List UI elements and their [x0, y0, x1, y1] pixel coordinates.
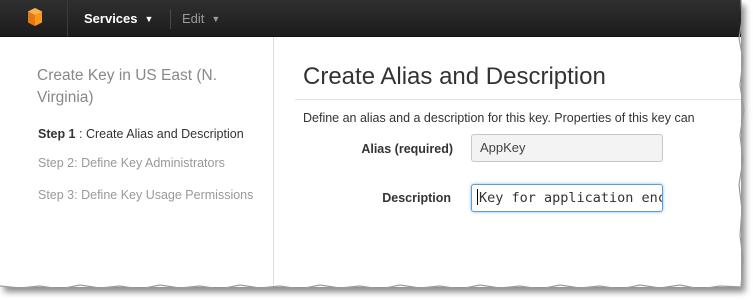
page-title: Create Alias and Description: [303, 63, 606, 90]
step-3-define-usage-permissions[interactable]: Step 3: Define Key Usage Permissions: [38, 188, 253, 202]
top-nav-bar: Services ▼ Edit ▼: [0, 0, 741, 37]
step-label: Create Alias and Description: [85, 127, 244, 141]
nav-divider: [170, 9, 171, 29]
description-value: Key for application encryp: [479, 190, 662, 206]
services-menu[interactable]: Services ▼: [84, 0, 153, 37]
step-separator: :: [75, 127, 86, 141]
alias-label: Alias (required): [361, 142, 453, 156]
step-2-define-administrators[interactable]: Step 2: Define Key Administrators: [38, 156, 225, 170]
text-cursor: [477, 189, 478, 205]
edit-menu[interactable]: Edit ▼: [182, 0, 220, 37]
alias-input[interactable]: AppKey: [471, 134, 663, 162]
intro-text: Define an alias and a description for th…: [303, 111, 695, 125]
main-content: Create Alias and Description Define an a…: [275, 37, 741, 287]
title-divider: [295, 99, 741, 100]
alias-value: AppKey: [480, 140, 526, 155]
wizard-title: Create Key in US East (N. Virginia): [37, 67, 218, 106]
screenshot-frame: Services ▼ Edit ▼ Create Key in US East (N…: [0, 0, 741, 287]
chevron-down-icon: ▼: [211, 14, 221, 24]
services-label: Services: [84, 11, 138, 26]
description-label: Description: [382, 191, 451, 205]
step-1-create-alias[interactable]: Step 1 : Create Alias and Description: [38, 127, 244, 141]
description-input[interactable]: Key for application encryp: [471, 184, 663, 212]
aws-cube-icon: [28, 8, 42, 26]
aws-logo[interactable]: [0, 0, 68, 37]
chevron-down-icon: ▼: [144, 14, 154, 24]
wizard-steps-panel: Create Key in US East (N. Virginia) Step…: [0, 37, 274, 287]
edit-label: Edit: [182, 11, 205, 26]
step-number: Step 1: [38, 127, 76, 141]
